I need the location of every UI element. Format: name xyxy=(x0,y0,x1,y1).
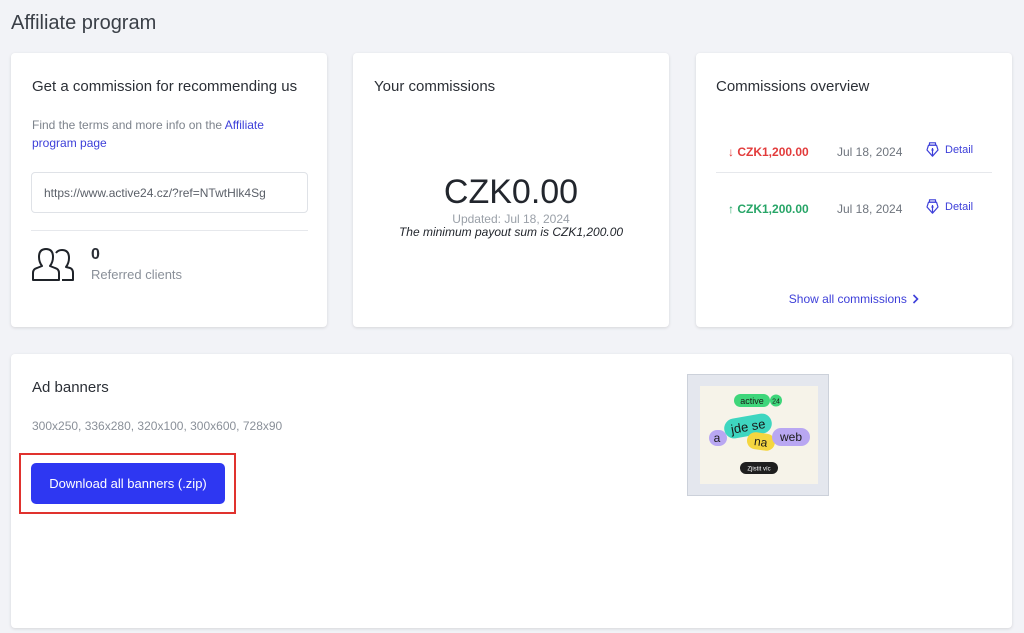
ad-banners-title: Ad banners xyxy=(32,379,109,396)
fountain-pen-icon xyxy=(926,142,939,157)
commission-row: ↓ CZK1,200.00 Jul 18, 2024 Detail xyxy=(716,132,992,172)
banner-preview[interactable]: active 24 a jde se na web Zjistit víc xyxy=(687,374,829,496)
detail-button[interactable]: Detail xyxy=(926,142,973,157)
banner-brand-number: 24 xyxy=(772,399,780,406)
detail-button[interactable]: Detail xyxy=(926,199,973,214)
commissions-title: Your commissions xyxy=(374,78,496,95)
banner-word: na xyxy=(753,434,768,450)
commission-amount: ↓ CZK1,200.00 xyxy=(728,145,809,159)
referred-count: 0 xyxy=(91,246,100,263)
users-icon xyxy=(32,248,74,281)
page-title: Affiliate program xyxy=(11,12,157,34)
terms-text: Find the terms and more info on the Affi… xyxy=(32,116,292,152)
overview-title: Commissions overview xyxy=(716,78,870,95)
referral-url-field[interactable] xyxy=(31,172,308,213)
banner-word: a xyxy=(714,431,721,445)
recommend-card: Get a commission for recommending us Fin… xyxy=(11,53,327,327)
arrow-up-icon: ↑ xyxy=(728,202,734,216)
commission-date: Jul 18, 2024 xyxy=(837,202,903,216)
commissions-overview-card: Commissions overview ↓ CZK1,200.00 Jul 1… xyxy=(696,53,1012,327)
commission-amount: ↑ CZK1,200.00 xyxy=(728,202,809,216)
banner-brand-text: active xyxy=(740,396,764,406)
commissions-card: Your commissions CZK0.00 Updated: Jul 18… xyxy=(353,53,669,327)
arrow-down-icon: ↓ xyxy=(728,145,734,159)
minimum-payout-note: The minimum payout sum is CZK1,200.00 xyxy=(398,225,624,239)
banner-word: web xyxy=(779,430,802,444)
banner-image: active 24 a jde se na web Zjistit víc xyxy=(700,386,818,484)
download-banners-button[interactable]: Download all banners (.zip) xyxy=(31,463,225,504)
divider xyxy=(716,172,992,173)
banner-cta: Zjistit víc xyxy=(747,467,770,473)
commission-date: Jul 18, 2024 xyxy=(837,145,903,159)
banner-sizes: 300x250, 336x280, 320x100, 300x600, 728x… xyxy=(32,419,283,433)
banner-graphic: active 24 a jde se na web Zjistit víc xyxy=(709,394,810,474)
recommend-title: Get a commission for recommending us xyxy=(32,78,298,95)
terms-prefix: Find the terms and more info on the xyxy=(32,118,225,132)
fountain-pen-icon xyxy=(926,199,939,214)
referred-label: Referred clients xyxy=(91,267,183,282)
commission-balance: CZK0.00 xyxy=(443,173,579,211)
commission-row: ↑ CZK1,200.00 Jul 18, 2024 Detail xyxy=(716,189,992,229)
ad-banners-card: Ad banners 300x250, 336x280, 320x100, 30… xyxy=(11,354,1012,628)
updated-date: Updated: Jul 18, 2024 xyxy=(452,212,570,226)
divider xyxy=(31,230,308,231)
show-all-commissions-link[interactable]: Show all commissions xyxy=(696,292,1012,306)
chevron-right-icon xyxy=(913,294,919,304)
